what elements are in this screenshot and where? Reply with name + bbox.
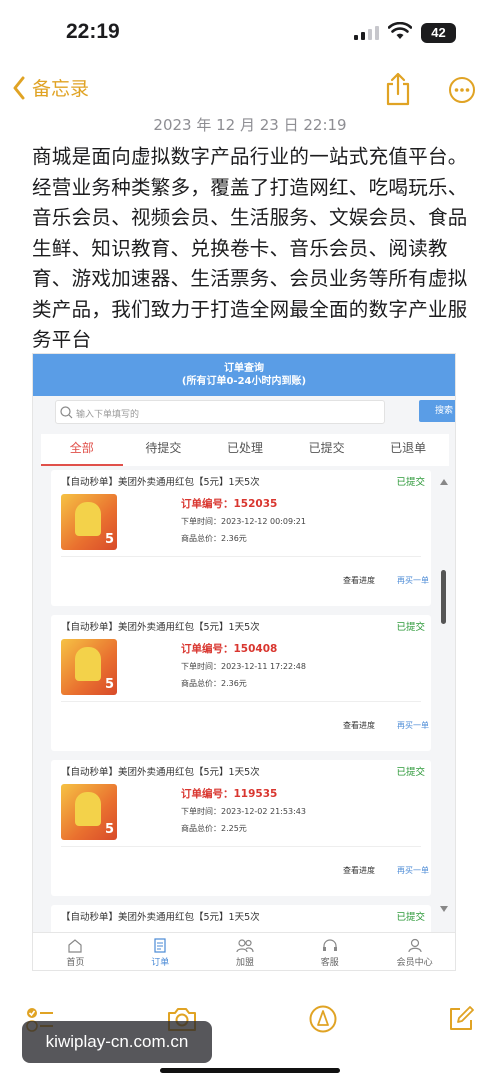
order-card: 【自动秒单】美团外卖通用红包【5元】1天5次 已提交 5 订单编号：119535… [51, 760, 431, 896]
shot-header-title: 订单查询 [224, 363, 264, 374]
user-icon [407, 938, 422, 953]
divider [61, 846, 421, 847]
signal-icon [354, 26, 379, 40]
order-card: 【自动秒单】美团外卖通用红包【5元】1天5次 已提交 5 订单编号：150408… [51, 615, 431, 751]
shot-header-subtitle: (所有订单0-24小时内到账) [181, 376, 307, 387]
tabbar-label: 客服 [320, 958, 339, 968]
shot-tab-pending: 待提交 [145, 441, 182, 455]
shot-tabs: 全部 待提交 已处理 已提交 已退单 [41, 434, 449, 466]
order-status: 已提交 [396, 477, 425, 488]
order-total: 商品总价：2.25元 [181, 824, 247, 833]
buy-again-button: 再买一单 [397, 866, 429, 875]
search-icon [60, 406, 73, 419]
shot-tabbar: 首页 订单 加盟 客服 会员中心 [33, 932, 455, 970]
order-number: 订单编号：119535 [181, 788, 278, 800]
thumb-badge: 5 [104, 532, 114, 547]
order-title: 【自动秒单】美团外卖通用红包【5元】1天5次 [61, 622, 260, 633]
shot-tab-processed: 已处理 [226, 441, 263, 455]
order-total: 商品总价：2.36元 [181, 534, 247, 543]
view-progress-button: 查看进度 [343, 576, 375, 585]
order-card: 【自动秒单】美团外卖通用红包【5元】1天5次 已提交 5 订单编号：152035… [51, 470, 431, 606]
shot-header: 订单查询 (所有订单0-24小时内到账) [33, 354, 455, 396]
order-number: 订单编号：152035 [181, 498, 278, 510]
order-title: 【自动秒单】美团外卖通用红包【5元】1天5次 [61, 477, 260, 488]
buy-again-button: 再买一单 [397, 576, 429, 585]
shot-tabbar-join: 加盟 [203, 933, 288, 970]
thumb-badge: 5 [104, 822, 114, 837]
home-icon [68, 939, 82, 953]
divider [61, 701, 421, 702]
order-title: 【自动秒单】美团外卖通用红包【5元】1天5次 [61, 912, 260, 923]
orders-icon [154, 938, 166, 953]
shot-tab-all: 全部 [41, 434, 123, 466]
tabbar-label: 会员中心 [396, 958, 433, 968]
product-thumbnail: 5 [61, 494, 117, 550]
shot-tabbar-service: 客服 [287, 933, 372, 970]
shot-tab-submitted: 已提交 [308, 441, 345, 455]
tabbar-label: 首页 [66, 958, 85, 968]
order-number: 订单编号：150408 [181, 643, 278, 655]
users-icon [236, 939, 254, 953]
product-thumbnail: 5 [61, 784, 117, 840]
watermark: kiwiplay-cn.com.cn [22, 1021, 212, 1063]
shot-tab-refunded: 已退单 [390, 441, 427, 455]
compose-icon[interactable] [446, 1004, 476, 1034]
wifi-icon [388, 22, 412, 39]
battery-indicator: 42 [421, 23, 456, 43]
thumb-badge: 5 [104, 677, 114, 692]
back-button[interactable]: 备忘录 [12, 74, 89, 101]
order-card: 【自动秒单】美团外卖通用红包【5元】1天5次 已提交 [51, 905, 431, 935]
order-status: 已提交 [396, 912, 425, 923]
nav-bar: 备忘录 [0, 68, 500, 112]
status-bar: 22:19 42 [0, 0, 500, 66]
shot-tabbar-member: 会员中心 [372, 933, 455, 970]
order-time: 下单时间：2023-12-12 00:09:21 [181, 517, 306, 526]
shot-search-placeholder: 输入下单填写的 [76, 410, 140, 420]
shot-tabbar-orders: 订单 [118, 933, 203, 970]
shot-search-row: 输入下单填写的 搜索 [55, 400, 455, 424]
embedded-screenshot[interactable]: 订单查询 (所有订单0-24小时内到账) 输入下单填写的 搜索 全部 待提交 已… [32, 353, 456, 971]
share-icon[interactable] [384, 72, 412, 106]
shot-tabbar-home: 首页 [33, 933, 118, 970]
note-date: 2023 年 12 月 23 日 22:19 [153, 116, 347, 134]
order-title: 【自动秒单】美团外卖通用红包【5元】1天5次 [61, 767, 260, 778]
headset-icon [322, 939, 337, 951]
scroll-down-arrow [440, 906, 448, 912]
view-progress-button: 查看进度 [343, 866, 375, 875]
scrollbar-thumb [441, 570, 446, 624]
markup-pen-icon[interactable] [308, 1004, 338, 1034]
tabbar-label: 加盟 [235, 958, 254, 968]
order-time: 下单时间：2023-12-11 17:22:48 [181, 662, 306, 671]
order-time: 下单时间：2023-12-02 21:53:43 [181, 807, 306, 816]
buy-again-button: 再买一单 [397, 721, 429, 730]
note-body[interactable]: 商城是面向虚拟数字产品行业的一站式充值平台。经营业务种类繁多，覆盖了打造网红、吃… [32, 142, 472, 356]
back-label: 备忘录 [32, 78, 90, 100]
chevron-left-icon [13, 76, 25, 99]
shot-search-input: 输入下单填写的 [55, 400, 385, 424]
order-status: 已提交 [396, 767, 425, 778]
status-time: 22:19 [66, 20, 120, 43]
product-thumbnail: 5 [61, 639, 117, 695]
shot-search-button: 搜索 [419, 400, 455, 422]
order-status: 已提交 [396, 622, 425, 633]
order-total: 商品总价：2.36元 [181, 679, 247, 688]
view-progress-button: 查看进度 [343, 721, 375, 730]
more-icon[interactable] [448, 76, 476, 104]
divider [61, 556, 421, 557]
scroll-up-arrow [440, 479, 448, 485]
tabbar-label: 订单 [151, 958, 170, 968]
home-indicator[interactable] [160, 1068, 340, 1073]
